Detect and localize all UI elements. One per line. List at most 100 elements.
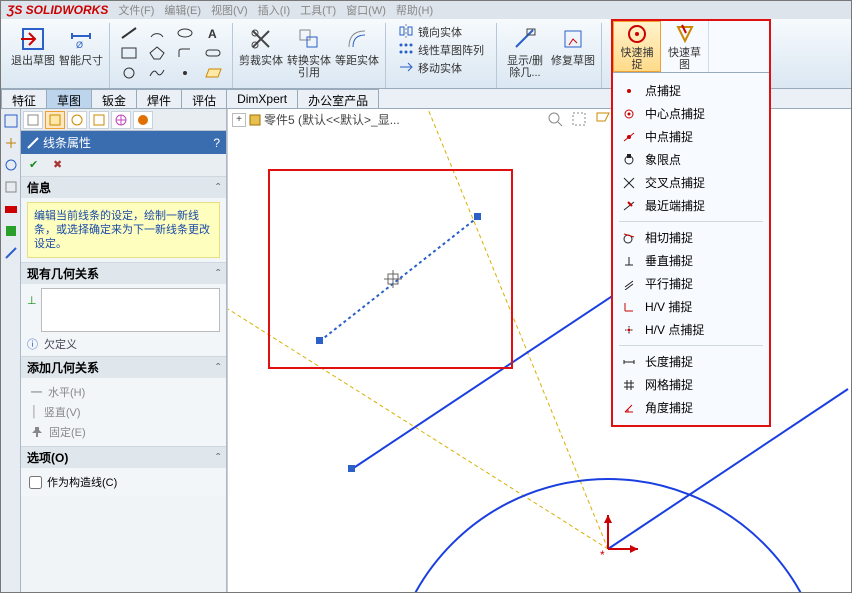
vstrip-icon[interactable]	[3, 245, 19, 261]
dtree-tab[interactable]	[133, 111, 153, 129]
tab-office[interactable]: 办公室产品	[297, 89, 379, 108]
offset-button[interactable]: 等距实体	[333, 23, 381, 69]
line-tool[interactable]	[118, 25, 140, 41]
snap-perpendicular[interactable]: 垂直捕捉	[619, 249, 763, 272]
length-snap-icon	[621, 355, 637, 369]
ellipse-tool[interactable]	[174, 25, 196, 41]
rectangle-tool[interactable]	[118, 45, 140, 61]
quadrant-snap-icon	[621, 153, 637, 167]
slot-tool[interactable]	[202, 45, 224, 61]
point-tool[interactable]	[174, 65, 196, 81]
menu-file[interactable]: 文件(F)	[114, 2, 158, 18]
arc-tool[interactable]	[146, 25, 168, 41]
svg-text:*: *	[600, 548, 605, 562]
snap-nearest[interactable]: 最近端捕捉	[619, 194, 763, 217]
exit-sketch-button[interactable]: 退出草图	[9, 23, 57, 69]
trim-button[interactable]: 剪裁实体	[237, 23, 285, 69]
tab-sheetmetal[interactable]: 钣金	[91, 89, 137, 108]
convert-label: 转换实体引用	[287, 55, 331, 79]
main-menu: 文件(F) 编辑(E) 视图(V) 插入(I) 工具(T) 窗口(W) 帮助(H…	[114, 2, 437, 18]
tab-evaluate[interactable]: 评估	[181, 89, 227, 108]
polygon-tool[interactable]	[146, 45, 168, 61]
section-existing-header[interactable]: 现有几何关系ˆ	[21, 263, 226, 284]
snap-parallel[interactable]: 平行捕捉	[619, 272, 763, 295]
menu-insert[interactable]: 插入(I)	[254, 2, 294, 18]
plane-tool[interactable]	[202, 65, 224, 81]
nearest-snap-icon	[621, 199, 637, 213]
section-info-header[interactable]: 信息ˆ	[21, 177, 226, 198]
repair-label: 修复草图	[551, 55, 595, 67]
spline-tool[interactable]	[146, 65, 168, 81]
exit-sketch-icon	[19, 25, 47, 53]
menu-tools[interactable]: 工具(T)	[296, 2, 340, 18]
ribbon: 退出草图 Ø 智能尺寸 A 剪裁实体 转换实体引用	[1, 19, 851, 89]
info-text: 编辑当前线条的设定，绘制一新线条，或选择确定来为下一新线条更改设定。	[27, 202, 220, 258]
draw-tools-grid: A	[114, 23, 228, 85]
snap-hv-point[interactable]: H/V 点捕捉	[619, 318, 763, 341]
snap-grid[interactable]: 网格捕捉	[619, 373, 763, 396]
snap-quadrant[interactable]: 象限点	[619, 148, 763, 171]
propmgr-actions: ✔ ✖	[21, 154, 226, 176]
vertical-icon: │	[31, 406, 38, 418]
fillet-tool[interactable]	[174, 45, 196, 61]
vstrip-icon[interactable]	[3, 135, 19, 151]
vstrip-icon[interactable]	[3, 113, 19, 129]
snap-length[interactable]: 长度捕捉	[619, 350, 763, 373]
snap-angle[interactable]: 角度捕捉	[619, 396, 763, 419]
quick-snap-icon	[623, 23, 651, 45]
section-options-header[interactable]: 选项(O)ˆ	[21, 447, 226, 468]
snap-intersection[interactable]: 交叉点捕捉	[619, 171, 763, 194]
section-add-header[interactable]: 添加几何关系ˆ	[21, 357, 226, 378]
snap-hv[interactable]: H/V 捕捉	[619, 295, 763, 318]
dtree-tab[interactable]	[111, 111, 131, 129]
line-icon	[27, 137, 39, 149]
menu-help[interactable]: 帮助(H)	[392, 2, 437, 18]
help-button[interactable]: ?	[213, 136, 220, 150]
snap-midpoint[interactable]: 中点捕捉	[619, 125, 763, 148]
dtree-tab[interactable]	[89, 111, 109, 129]
construction-line-checkbox[interactable]: 作为构造线(C)	[27, 472, 220, 492]
repair-button[interactable]: 修复草图	[549, 23, 597, 69]
point-snap-icon	[621, 84, 637, 98]
quick-snap-button[interactable]: 快速捕捉	[613, 21, 661, 72]
add-vertical-button[interactable]: │竖直(V)	[27, 402, 220, 422]
rapid-sketch-icon	[671, 23, 699, 45]
cancel-button[interactable]: ✖	[53, 158, 69, 172]
snap-center[interactable]: 中心点捕捉	[619, 102, 763, 125]
dtree-tab[interactable]	[67, 111, 87, 129]
menu-view[interactable]: 视图(V)	[207, 2, 252, 18]
vstrip-icon[interactable]	[3, 157, 19, 173]
tab-dimxpert[interactable]: DimXpert	[226, 89, 298, 108]
existing-relations-list[interactable]	[41, 288, 220, 332]
trim-icon	[247, 25, 275, 53]
vstrip-icon[interactable]	[3, 201, 19, 217]
vstrip-icon[interactable]	[3, 223, 19, 239]
snap-tangent[interactable]: 相切捕捉	[619, 226, 763, 249]
circle-tool[interactable]	[118, 65, 140, 81]
ok-button[interactable]: ✔	[29, 158, 45, 172]
add-fix-button[interactable]: 固定(E)	[27, 422, 220, 442]
vstrip-icon[interactable]	[3, 179, 19, 195]
dtree-tab[interactable]	[23, 111, 43, 129]
snap-point[interactable]: 点捕捉	[619, 79, 763, 102]
menu-edit[interactable]: 编辑(E)	[160, 2, 205, 18]
tab-weldment[interactable]: 焊件	[136, 89, 182, 108]
move-button[interactable]: 移动实体	[394, 59, 488, 77]
tab-sketch[interactable]: 草图	[46, 89, 92, 108]
text-tool[interactable]: A	[202, 25, 224, 41]
add-horizontal-button[interactable]: —水平(H)	[27, 382, 220, 402]
menu-window[interactable]: 窗口(W)	[342, 2, 390, 18]
convert-button[interactable]: 转换实体引用	[285, 23, 333, 81]
mirror-icon	[398, 24, 414, 41]
tab-feature[interactable]: 特征	[1, 89, 47, 108]
dtree-tab[interactable]	[45, 111, 65, 129]
hv-snap-icon	[621, 300, 637, 314]
smart-dimension-button[interactable]: Ø 智能尺寸	[57, 23, 105, 69]
relation-icon: ⊥	[27, 288, 37, 332]
info-icon: ⓘ	[27, 336, 38, 352]
mirror-button[interactable]: 镜向实体	[394, 23, 488, 41]
rapid-sketch-button[interactable]: 快速草图	[661, 21, 709, 72]
propmgr-title: 线条属性 ?	[21, 131, 226, 154]
linear-pattern-button[interactable]: 线性草图阵列	[394, 41, 488, 59]
display-delete-button[interactable]: 显示/删除几...	[501, 23, 549, 81]
